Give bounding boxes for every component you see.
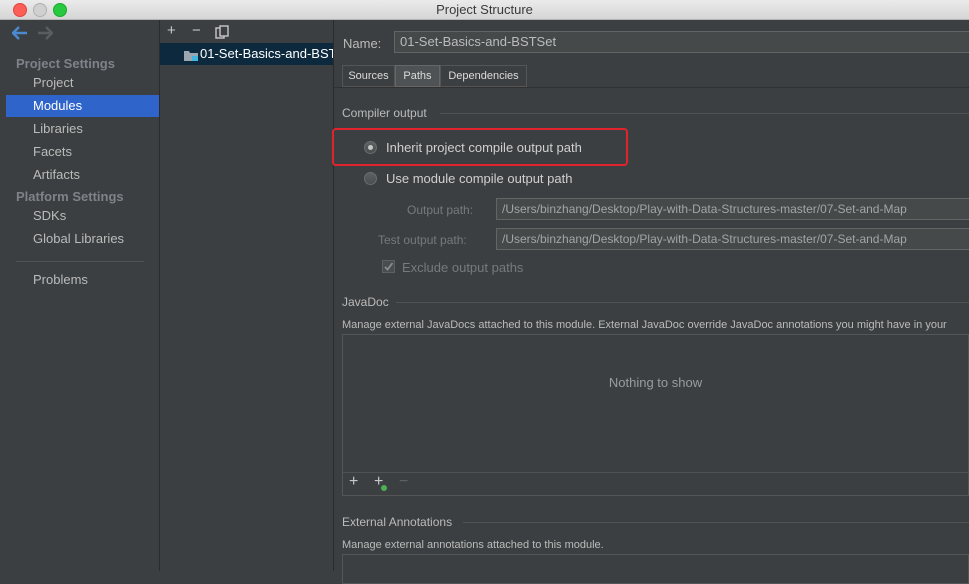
sidebar-item-modules[interactable]: Modules (6, 95, 159, 117)
copy-icon[interactable] (215, 25, 229, 44)
test-output-path-field[interactable]: /Users/binzhang/Desktop/Play-with-Data-S… (496, 228, 969, 250)
exclude-output-label[interactable]: Exclude output paths (402, 260, 523, 275)
platform-settings-header: Platform Settings (16, 189, 124, 204)
module-output-label[interactable]: Use module compile output path (386, 171, 572, 186)
module-folder-icon (183, 47, 199, 65)
module-details-panel: Name: 01-Set-Basics-and-BSTSet Sources P… (332, 20, 969, 584)
arrow-right-icon[interactable] (37, 26, 54, 45)
sidebar-item-project[interactable]: Project (6, 72, 159, 94)
inherit-output-radio[interactable] (364, 141, 377, 154)
title-bar: Project Structure (0, 0, 969, 20)
javadoc-header: JavaDoc (342, 295, 389, 309)
sidebar-item-facets[interactable]: Facets (6, 141, 159, 163)
external-annotations-separator (463, 522, 969, 523)
compiler-output-header: Compiler output (342, 106, 427, 120)
settings-sidebar: Project Settings Project Modules Librari… (0, 20, 160, 571)
external-annotations-description: Manage external annotations attached to … (342, 539, 604, 551)
sidebar-item-global-libraries[interactable]: Global Libraries (6, 228, 159, 250)
tabs-divider (334, 87, 969, 88)
remove-javadoc-button[interactable]: − (399, 473, 408, 491)
external-annotations-header: External Annotations (342, 515, 453, 529)
remove-module-button[interactable]: − (192, 22, 201, 39)
radio-selected-dot (368, 145, 373, 150)
add-javadoc-button[interactable]: + (349, 473, 358, 491)
javadoc-description: Manage external JavaDocs attached to thi… (342, 319, 947, 331)
module-name-field[interactable]: 01-Set-Basics-and-BSTSet (394, 31, 969, 53)
module-tree-panel: + − 01-Set-Basics-and-BSTSet (160, 20, 334, 571)
javadoc-list[interactable]: Nothing to show + + − (342, 334, 969, 496)
project-settings-header: Project Settings (16, 56, 115, 71)
add-module-button[interactable]: + (167, 22, 176, 39)
sidebar-divider (16, 261, 144, 262)
output-path-field[interactable]: /Users/binzhang/Desktop/Play-with-Data-S… (496, 198, 969, 220)
compiler-output-separator (440, 113, 969, 114)
javadoc-separator (396, 302, 969, 303)
tab-paths[interactable]: Paths (395, 65, 440, 87)
checkmark-icon (384, 262, 394, 271)
module-tree-item[interactable]: 01-Set-Basics-and-BSTSet (160, 43, 333, 65)
javadoc-empty-text: Nothing to show (608, 375, 703, 390)
javadoc-toolbar-divider (343, 472, 969, 473)
module-tree-item-label: 01-Set-Basics-and-BSTSet (200, 46, 333, 61)
sidebar-item-sdks[interactable]: SDKs (6, 205, 159, 227)
sidebar-item-problems[interactable]: Problems (6, 269, 159, 291)
window-title: Project Structure (436, 2, 533, 17)
module-output-radio[interactable] (364, 172, 377, 185)
sidebar-item-artifacts[interactable]: Artifacts (6, 164, 159, 186)
sidebar-item-libraries[interactable]: Libraries (6, 118, 159, 140)
module-name-label: Name: (343, 36, 382, 51)
exclude-output-checkbox[interactable] (382, 260, 395, 273)
external-annotations-list[interactable] (342, 554, 969, 584)
arrow-left-icon[interactable] (11, 26, 28, 45)
tab-sources[interactable]: Sources (342, 65, 395, 87)
output-path-label: Output path: (407, 203, 474, 217)
test-output-path-label: Test output path: (378, 233, 467, 247)
globe-icon (381, 485, 387, 491)
tab-dependencies[interactable]: Dependencies (440, 65, 527, 87)
inherit-output-label[interactable]: Inherit project compile output path (386, 140, 582, 155)
